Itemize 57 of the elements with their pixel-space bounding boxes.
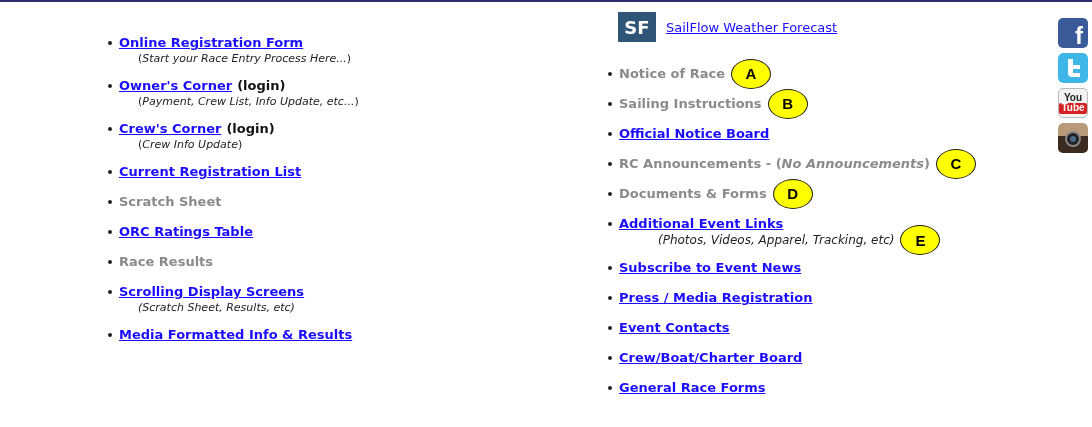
bullet-icon	[608, 355, 612, 360]
bullet-icon	[608, 221, 612, 226]
annotation-marker: D	[772, 178, 813, 209]
inactive-item: Notice of Race	[619, 66, 725, 81]
page-link[interactable]: Event Contacts	[619, 320, 730, 335]
page-link[interactable]: Scrolling Display Screens	[119, 284, 305, 299]
camera-icon[interactable]	[1058, 123, 1088, 153]
item-note: (Photos, Videos, Apparel, Tracking, etc)	[658, 233, 895, 247]
bullet-icon	[608, 101, 612, 106]
page-link[interactable]: Official Notice Board	[619, 126, 770, 141]
annotation-marker: B	[767, 88, 808, 119]
page-link[interactable]: SailFlow Weather Forecast	[666, 19, 838, 35]
page-link[interactable]: Additional Event Links	[619, 216, 784, 231]
annotation-marker: A	[730, 58, 771, 89]
facebook-icon[interactable]: f	[1058, 18, 1088, 48]
bullet-icon	[108, 83, 112, 88]
youtube-icon[interactable]: You Tube	[1058, 88, 1088, 118]
page-link[interactable]: Crew's Corner	[119, 121, 222, 136]
page-link[interactable]: Online Registration Form	[119, 35, 304, 50]
page-link[interactable]: Media Formatted Info & Results	[119, 327, 353, 342]
bullet-icon	[608, 131, 612, 136]
bullet-icon	[108, 332, 112, 337]
item-note: (Payment, Crew List, Info Update, etc...)	[138, 95, 360, 108]
page-link[interactable]: Press / Media Registration	[619, 290, 813, 305]
bullet-icon	[108, 229, 112, 234]
bullet-icon	[108, 126, 112, 131]
bullet-icon	[608, 385, 612, 390]
inactive-item: Sailing Instructions	[619, 96, 762, 111]
login-label: (login)	[237, 78, 286, 93]
inactive-item: Race Results	[119, 254, 214, 269]
inactive-item: Scratch Sheet	[119, 194, 222, 209]
page-link[interactable]: Owner's Corner	[119, 78, 233, 93]
item-note: (Start your Race Entry Process Here...)	[138, 52, 353, 65]
bullet-icon	[608, 295, 612, 300]
login-label: (login)	[226, 121, 275, 136]
page-link[interactable]: Current Registration List	[119, 164, 302, 179]
bullet-icon	[108, 289, 112, 294]
bullet-icon	[108, 259, 112, 264]
page-link[interactable]: General Race Forms	[619, 380, 766, 395]
page-link[interactable]: Subscribe to Event News	[619, 260, 802, 275]
bullet-icon	[108, 199, 112, 204]
bullet-icon	[108, 40, 112, 45]
inactive-item: RC Announcements - (No Announcements)	[619, 156, 930, 171]
annotation-marker: E	[900, 225, 941, 255]
page-link[interactable]: ORC Ratings Table	[119, 224, 253, 239]
item-note: (Crew Info Update)	[138, 138, 244, 151]
bullet-icon	[608, 325, 612, 330]
bullet-icon	[608, 161, 612, 166]
bullet-icon	[608, 71, 612, 76]
inactive-item: Documents & Forms	[619, 186, 767, 201]
bullet-icon	[608, 265, 612, 270]
bullet-icon	[108, 169, 112, 174]
item-note: (Scratch Sheet, Results, etc)	[138, 301, 296, 314]
sailflow-logo[interactable]: SF	[618, 12, 656, 42]
annotation-marker: C	[936, 148, 976, 179]
page-link[interactable]: Crew/Boat/Charter Board	[619, 350, 803, 365]
bullet-icon	[608, 191, 612, 196]
